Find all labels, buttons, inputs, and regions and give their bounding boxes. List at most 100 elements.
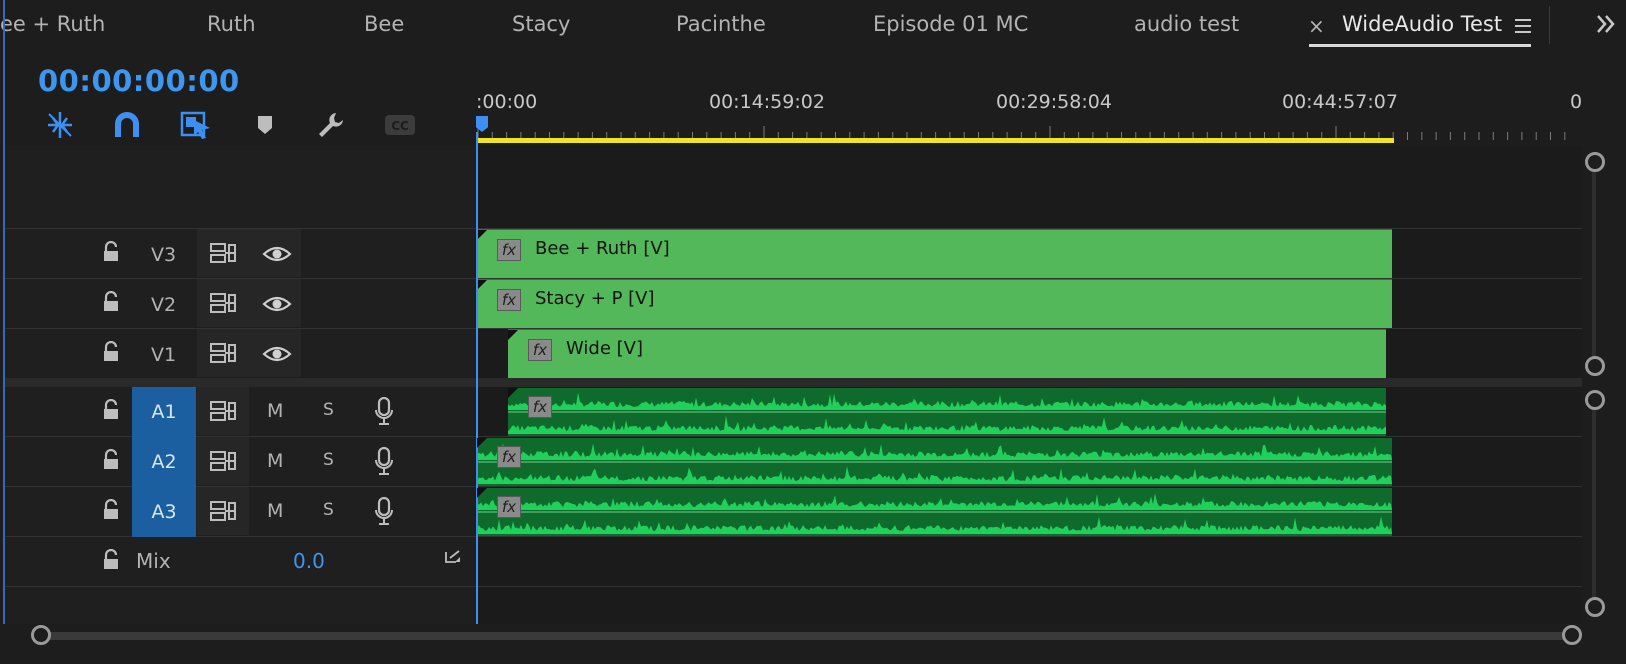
mix-track-label: Mix [136, 549, 171, 573]
sync-lock-icon[interactable] [209, 242, 237, 264]
eye-icon[interactable] [262, 294, 292, 314]
track-target-a3[interactable]: A3 [132, 487, 196, 537]
mute-button-a3[interactable]: M [267, 500, 283, 522]
audio-waveform [477, 493, 1392, 534]
playhead-timecode[interactable]: 00:00:00:00 [38, 64, 240, 98]
tab-bee-ruth[interactable]: ee + Ruth [0, 12, 105, 36]
sync-lock-icon[interactable] [209, 500, 237, 522]
scroll-knob[interactable] [1585, 356, 1605, 376]
hamburger-menu-icon[interactable] [1513, 17, 1533, 35]
add-marker-icon[interactable] [248, 108, 282, 142]
lock-icon[interactable] [99, 498, 123, 522]
waveform-channel [477, 516, 1392, 534]
clip-start-marker [508, 330, 518, 340]
mute-button-a2[interactable]: M [267, 450, 283, 472]
microphone-icon[interactable] [373, 496, 395, 526]
mix-volume-value[interactable]: 0.0 [293, 549, 325, 573]
mix-options-icon[interactable] [443, 548, 463, 568]
track-divider [5, 586, 1582, 587]
lock-icon[interactable] [99, 548, 123, 572]
fx-badge[interactable]: fx [497, 446, 521, 468]
audio-clip-a3[interactable]: fx [477, 488, 1392, 536]
scroll-knob[interactable] [1585, 390, 1605, 410]
linked-selection-icon[interactable] [179, 108, 213, 142]
tab-divider [1549, 6, 1550, 44]
clip-start-marker [477, 280, 487, 290]
track-label-a2: A2 [151, 451, 177, 473]
video-audio-divider[interactable] [5, 378, 1582, 387]
waveform-channel [477, 443, 1392, 460]
fx-badge[interactable]: fx [528, 339, 552, 361]
video-clip-stacy-p[interactable]: fx Stacy + P [V] [477, 279, 1392, 328]
ruler-label-3: 00:44:57:07 [1282, 91, 1398, 113]
clip-name: Bee + Ruth [V] [535, 238, 670, 259]
active-tab-underline [1309, 44, 1531, 47]
zoom-knob-left[interactable] [31, 625, 51, 645]
lock-icon[interactable] [99, 290, 123, 314]
mute-button-a1[interactable]: M [267, 400, 283, 422]
lock-icon[interactable] [99, 448, 123, 472]
audio-waveform [477, 443, 1392, 484]
lock-icon[interactable] [99, 398, 123, 422]
solo-button-a1[interactable]: S [323, 400, 334, 420]
audio-tracks-scrollbar[interactable] [1592, 400, 1596, 606]
ruler-label-0: :00:00 [476, 91, 538, 113]
playhead-line[interactable] [476, 132, 478, 624]
tab-close-icon[interactable]: × [1308, 14, 1325, 38]
fx-badge[interactable]: fx [497, 289, 521, 311]
nest-sequence-icon[interactable] [43, 108, 77, 142]
microphone-icon[interactable] [373, 446, 395, 476]
ruler-label-1: 00:14:59:02 [709, 91, 825, 113]
clip-name: Stacy + P [V] [535, 288, 655, 309]
tab-bee[interactable]: Bee [364, 12, 404, 36]
microphone-icon[interactable] [373, 396, 395, 426]
video-tracks-scrollbar[interactable] [1592, 160, 1596, 366]
track-label-v3[interactable]: V3 [151, 244, 176, 266]
tab-audio-test[interactable]: audio test [1134, 12, 1239, 36]
tab-stacy[interactable]: Stacy [512, 12, 570, 36]
sync-lock-icon[interactable] [209, 400, 237, 422]
eye-icon[interactable] [262, 344, 292, 364]
track-divider [5, 536, 1582, 537]
lock-icon[interactable] [99, 240, 123, 264]
eye-icon[interactable] [262, 244, 292, 264]
track-label-v2[interactable]: V2 [151, 294, 176, 316]
solo-button-a3[interactable]: S [323, 500, 334, 520]
fx-badge[interactable]: fx [528, 396, 552, 418]
timeline-zoom-scrollbar[interactable] [38, 632, 1573, 640]
solo-button-a2[interactable]: S [323, 450, 334, 470]
video-clip-bee-ruth[interactable]: fx Bee + Ruth [V] [477, 229, 1392, 278]
timeline-settings-wrench-icon[interactable] [314, 108, 348, 142]
captions-cc-icon[interactable]: CC [383, 108, 417, 142]
track-target-a2[interactable]: A2 [132, 437, 196, 487]
tab-episode-01-mc[interactable]: Episode 01 MC [873, 12, 1028, 36]
tab-wideaudio-test[interactable]: WideAudio Test [1342, 12, 1502, 36]
snap-magnet-icon[interactable] [110, 108, 144, 142]
horizontal-scroll-area [0, 624, 1626, 664]
sync-lock-icon[interactable] [209, 450, 237, 472]
track-label-v1[interactable]: V1 [151, 344, 176, 366]
fx-badge[interactable]: fx [497, 496, 521, 518]
waveform-channel [508, 415, 1386, 434]
tab-ruth[interactable]: Ruth [207, 12, 256, 36]
sync-lock-icon[interactable] [209, 342, 237, 364]
lock-icon[interactable] [99, 340, 123, 364]
audio-waveform [508, 392, 1386, 434]
scroll-knob[interactable] [1585, 597, 1605, 617]
zoom-knob-right[interactable] [1562, 625, 1582, 645]
double-chevron-right-icon[interactable] [1592, 12, 1620, 36]
scroll-knob[interactable] [1585, 152, 1605, 172]
video-clip-wide[interactable]: fx Wide [V] [508, 329, 1386, 378]
work-area-bar[interactable] [477, 138, 1394, 143]
audio-clip-a1[interactable]: fx [508, 388, 1386, 436]
sync-lock-icon[interactable] [209, 292, 237, 314]
track-target-a1[interactable]: A1 [132, 387, 196, 437]
tab-pacinthe[interactable]: Pacinthe [676, 12, 766, 36]
waveform-channel [477, 493, 1392, 510]
sequence-tab-bar: ee + Ruth Ruth Bee Stacy Pacinthe Episod… [0, 0, 1626, 52]
ruler-label-4: 0 [1570, 91, 1583, 113]
clip-name: Wide [V] [566, 338, 643, 359]
audio-clip-a2[interactable]: fx [477, 438, 1392, 486]
fx-badge[interactable]: fx [497, 239, 521, 261]
track-label-a1: A1 [151, 401, 177, 423]
